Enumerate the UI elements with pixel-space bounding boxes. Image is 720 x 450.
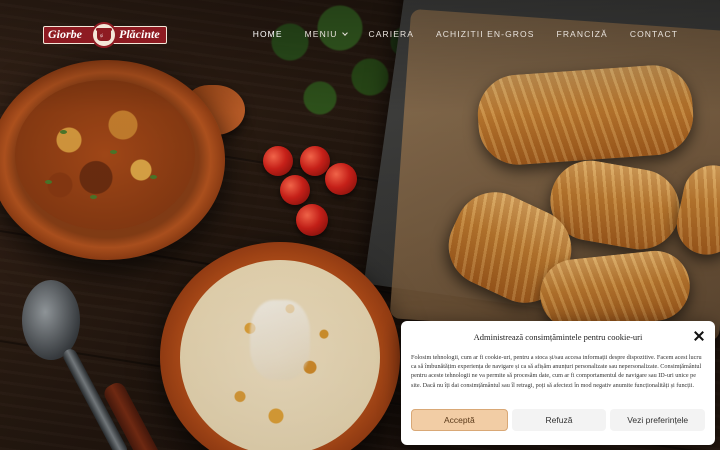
- logo-word-right: Plăcinte: [119, 27, 160, 41]
- nav-item-meniu[interactable]: MENIU: [304, 29, 348, 39]
- nav-item-cariera[interactable]: CARIERA: [369, 29, 415, 39]
- nav-item-achizitii-en-gros[interactable]: ACHIZITII EN-GROS: [436, 29, 535, 39]
- cookie-dialog-title: Administrează consimțămintele pentru coo…: [473, 332, 643, 342]
- view-preferences-button[interactable]: Vezi preferințele: [610, 409, 706, 431]
- nav-item-francize[interactable]: FRANCIZĂ: [557, 29, 608, 39]
- pot-icon: și: [91, 22, 117, 48]
- nav-item-label: FRANCIZĂ: [556, 29, 608, 39]
- main-navigation: HOME MENIU CARIERA ACHIZITII EN-GROS FRA…: [231, 29, 678, 39]
- nav-item-label: HOME: [252, 29, 283, 39]
- cookie-consent-dialog: Administrează consimțămintele pentru coo…: [401, 321, 715, 445]
- cookie-button-row: Acceptă Refuză Vezi preferințele: [411, 409, 706, 431]
- nav-item-label: CARIERA: [368, 29, 415, 39]
- site-logo[interactable]: Giorbe Plăcinte și: [43, 22, 167, 48]
- nav-item-label: ACHIZITII EN-GROS: [436, 29, 535, 39]
- logo-word-left: Giorbe: [48, 27, 82, 41]
- close-icon[interactable]: [693, 330, 705, 342]
- pot-label: și: [100, 33, 104, 38]
- nav-item-label: CONTACT: [629, 29, 678, 39]
- cookie-dialog-text: Folosim tehnologii, cum ar fi cookie-uri…: [411, 354, 702, 389]
- chevron-down-icon: [341, 29, 348, 36]
- accept-button[interactable]: Acceptă: [411, 409, 508, 431]
- nav-item-label: MENIU: [304, 29, 338, 39]
- nav-item-contact[interactable]: CONTACT: [630, 29, 678, 39]
- nav-item-home[interactable]: HOME: [253, 29, 283, 39]
- refuse-button[interactable]: Refuză: [511, 409, 607, 431]
